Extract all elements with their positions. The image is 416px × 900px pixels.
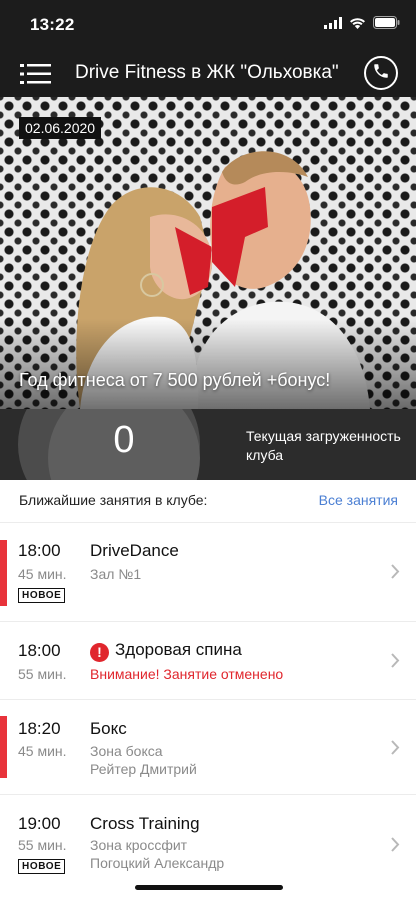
- wifi-icon: [349, 16, 366, 34]
- class-trainer: Рейтер Дмитрий: [90, 761, 197, 777]
- class-time: 18:00: [18, 541, 61, 560]
- class-duration: 55 мин.: [18, 666, 67, 682]
- status-icons: [324, 16, 400, 34]
- class-duration: 55 мин.: [18, 837, 67, 853]
- class-name-row: ! Здоровая спина: [90, 640, 242, 662]
- class-name: Бокс: [90, 719, 127, 738]
- new-class-accent: [0, 716, 7, 778]
- chevron-right-icon: [390, 652, 400, 674]
- home-indicator[interactable]: [135, 885, 283, 890]
- class-duration: 45 мин.: [18, 743, 67, 759]
- load-value: 0: [113, 419, 135, 461]
- load-label: Текущая загруженность клуба: [246, 428, 401, 463]
- new-class-accent: [0, 540, 7, 606]
- club-title: Drive Fitness в ЖК "Ольховка": [75, 62, 339, 83]
- class-place: Зал №1: [90, 566, 142, 582]
- signal-icon: [324, 16, 342, 34]
- promo-banner[interactable]: 02.06.2020 Год фитнеса от 7 500 рублей +…: [0, 97, 416, 409]
- class-cancelled-warning: Внимание! Занятие отменено: [90, 666, 284, 682]
- call-button[interactable]: [364, 56, 398, 90]
- menu-button[interactable]: [20, 62, 52, 86]
- class-row[interactable]: 18:00 45 мин. НОВОЕ DriveDance Зал №1: [0, 523, 416, 622]
- classes-section-title: Ближайшие занятия в клубе:: [19, 492, 208, 508]
- phone-icon: [372, 62, 390, 85]
- menu-icon: [20, 64, 52, 90]
- banner-shade: [0, 319, 416, 409]
- class-trainer: Погоцкий Александр: [90, 855, 225, 871]
- class-row[interactable]: 18:00 55 мин. ! Здоровая спина Внимание! …: [0, 622, 416, 700]
- new-badge: НОВОЕ: [18, 859, 66, 874]
- class-place: Зона кроссфит: [90, 837, 188, 853]
- banner-date: 02.06.2020: [19, 117, 102, 139]
- status-time: 13:22: [30, 15, 75, 34]
- class-name: Cross Training: [90, 814, 200, 833]
- chevron-right-icon: [390, 836, 400, 858]
- classes-section-header: Ближайшие занятия в клубе: Все занятия: [0, 480, 416, 523]
- chevron-right-icon: [390, 563, 400, 585]
- class-time: 19:00: [18, 814, 61, 833]
- battery-icon: [373, 16, 400, 34]
- alert-icon: !: [90, 643, 109, 662]
- class-name: DriveDance: [90, 541, 179, 560]
- chevron-right-icon: [390, 739, 400, 761]
- class-name: Здоровая спина: [115, 640, 242, 659]
- club-load-panel: 0 Текущая загруженность клуба: [0, 409, 416, 480]
- all-classes-link[interactable]: Все занятия: [319, 492, 398, 508]
- new-badge: НОВОЕ: [18, 588, 66, 603]
- class-row[interactable]: 18:20 45 мин. Бокс Зона бокса Рейтер Дми…: [0, 700, 416, 795]
- class-duration: 45 мин.: [18, 566, 67, 582]
- banner-caption: Год фитнеса от 7 500 рублей +бонус!: [19, 370, 331, 390]
- class-time: 18:20: [18, 719, 61, 738]
- class-time: 18:00: [18, 641, 61, 660]
- app-header: Drive Fitness в ЖК "Ольховка": [0, 50, 416, 97]
- status-bar: 13:22: [0, 0, 416, 50]
- class-place: Зона бокса: [90, 743, 163, 759]
